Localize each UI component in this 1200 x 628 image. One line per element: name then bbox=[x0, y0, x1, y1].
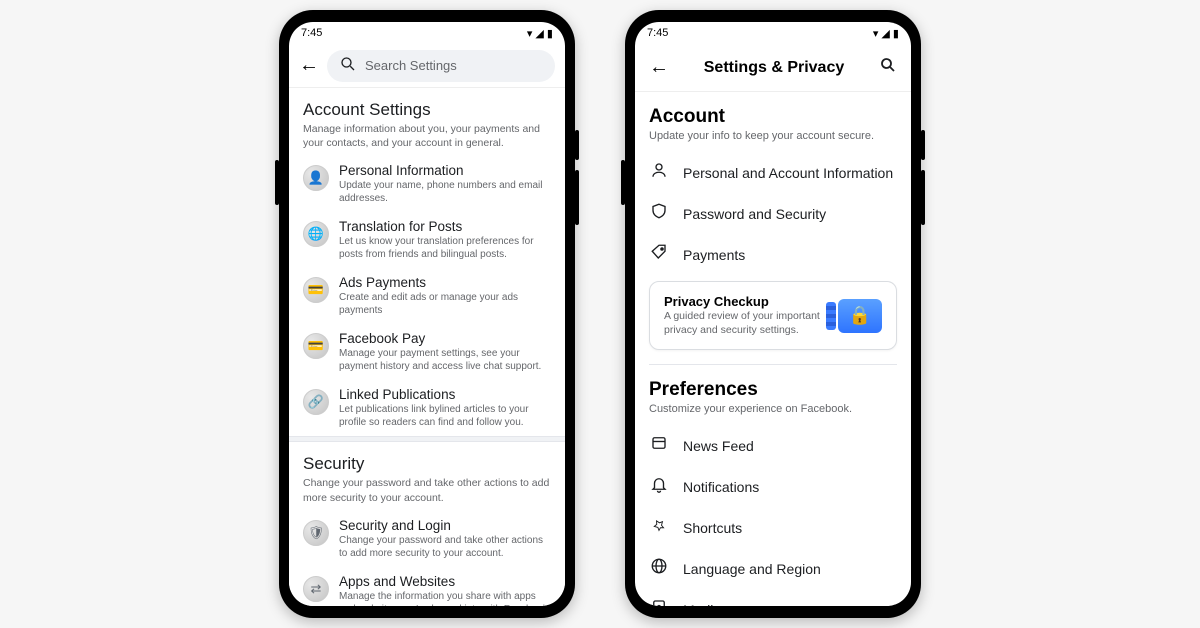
settings-item-ads-payments[interactable]: 💳Ads PaymentsCreate and edit ads or mana… bbox=[289, 268, 565, 324]
section-subtitle: Customize your experience on Facebook. bbox=[649, 403, 897, 415]
settings-item-notifications[interactable]: Notifications bbox=[649, 466, 897, 507]
top-bar: ← Search Settings bbox=[289, 44, 565, 88]
settings-item-linked-publications[interactable]: 🔗Linked PublicationsLet publications lin… bbox=[289, 380, 565, 436]
section-title: Preferences bbox=[649, 379, 897, 401]
settings-item-facebook-pay[interactable]: 💳Facebook PayManage your payment setting… bbox=[289, 324, 565, 380]
shield-icon: 🛡 bbox=[303, 520, 329, 546]
status-icons: ▾ ◢ ▮ bbox=[873, 27, 899, 40]
feed-icon bbox=[649, 434, 669, 457]
settings-item-password-security[interactable]: Password and Security bbox=[649, 193, 897, 234]
settings-list: Account Settings Manage information abou… bbox=[289, 88, 565, 606]
section-title: Account Settings bbox=[303, 100, 551, 120]
globe-icon bbox=[649, 557, 669, 580]
shield-icon bbox=[649, 202, 669, 225]
back-icon[interactable]: ← bbox=[649, 56, 669, 79]
settings-item-apps-websites[interactable]: ⇄Apps and WebsitesManage the information… bbox=[289, 567, 565, 606]
settings-item-payments[interactable]: Payments bbox=[649, 234, 897, 275]
section-title: Security bbox=[303, 454, 551, 474]
settings-item-language-region[interactable]: Language and Region bbox=[649, 548, 897, 589]
settings-list: Account Update your info to keep your ac… bbox=[635, 92, 911, 606]
search-placeholder: Search Settings bbox=[365, 58, 457, 73]
person-icon: 👤 bbox=[303, 165, 329, 191]
settings-item-news-feed[interactable]: News Feed bbox=[649, 425, 897, 466]
tag-icon bbox=[649, 243, 669, 266]
search-icon bbox=[339, 55, 357, 76]
swap-icon: ⇄ bbox=[303, 576, 329, 602]
search-icon[interactable] bbox=[879, 56, 897, 79]
section-subtitle: Update your info to keep your account se… bbox=[649, 130, 897, 142]
media-icon bbox=[649, 598, 669, 606]
status-bar: 7:45 ▾ ◢ ▮ bbox=[289, 22, 565, 44]
settings-item-personal-account-info[interactable]: Personal and Account Information bbox=[649, 152, 897, 193]
search-input[interactable]: Search Settings bbox=[327, 50, 555, 82]
page-title: Settings & Privacy bbox=[704, 59, 845, 77]
phone-left: 7:45 ▾ ◢ ▮ ← Search Settings Account Set… bbox=[279, 10, 575, 618]
section-title: Account bbox=[649, 106, 897, 128]
person-icon bbox=[649, 161, 669, 184]
top-bar: ← Settings & Privacy bbox=[635, 44, 911, 92]
back-icon[interactable]: ← bbox=[299, 54, 319, 77]
card-icon: 💳 bbox=[303, 277, 329, 303]
link-icon: 🔗 bbox=[303, 389, 329, 415]
settings-item-translation[interactable]: 🌐Translation for PostsLet us know your t… bbox=[289, 212, 565, 268]
status-time: 7:45 bbox=[301, 27, 322, 39]
section-subtitle: Manage information about you, your payme… bbox=[303, 122, 551, 150]
globe-icon: 🌐 bbox=[303, 221, 329, 247]
status-bar: 7:45 ▾ ◢ ▮ bbox=[635, 22, 911, 44]
settings-item-personal-info[interactable]: 👤Personal InformationUpdate your name, p… bbox=[289, 156, 565, 212]
lock-icon: 🔒 bbox=[838, 299, 882, 333]
settings-item-shortcuts[interactable]: Shortcuts bbox=[649, 507, 897, 548]
settings-item-media[interactable]: Media bbox=[649, 589, 897, 606]
card-title: Privacy Checkup bbox=[664, 294, 826, 309]
settings-item-security-login[interactable]: 🛡Security and LoginChange your password … bbox=[289, 511, 565, 567]
phone-right: 7:45 ▾ ◢ ▮ ← Settings & Privacy Account … bbox=[625, 10, 921, 618]
status-time: 7:45 bbox=[647, 27, 668, 39]
card-subtitle: A guided review of your important privac… bbox=[664, 310, 826, 337]
pay-icon: 💳 bbox=[303, 333, 329, 359]
bell-icon bbox=[649, 475, 669, 498]
status-icons: ▾ ◢ ▮ bbox=[527, 27, 553, 40]
pin-icon bbox=[649, 516, 669, 539]
privacy-checkup-card[interactable]: Privacy Checkup A guided review of your … bbox=[649, 281, 897, 350]
section-subtitle: Change your password and take other acti… bbox=[303, 476, 551, 504]
